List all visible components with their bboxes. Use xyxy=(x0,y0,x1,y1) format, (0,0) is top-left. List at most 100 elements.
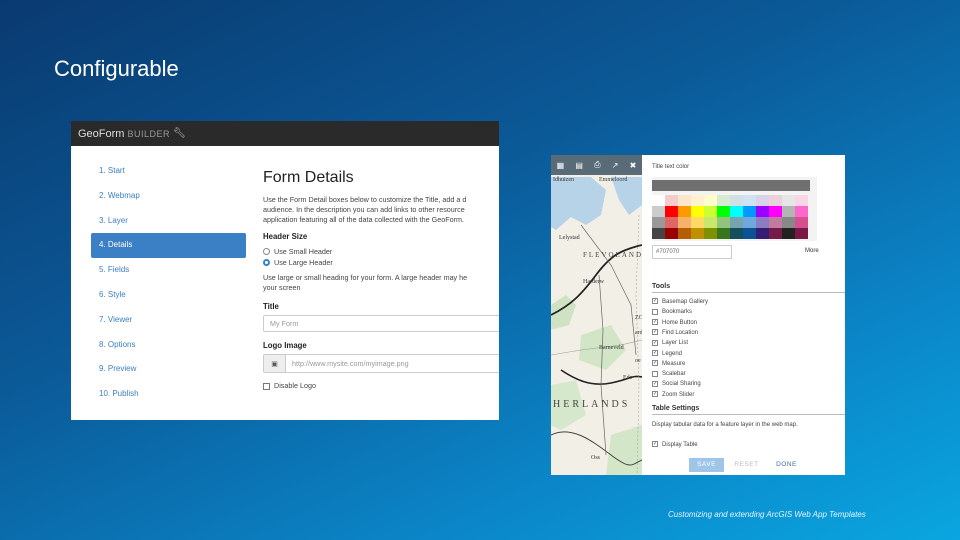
checkbox-icon xyxy=(263,382,270,390)
color-swatch[interactable] xyxy=(756,195,769,206)
tool-checkbox[interactable]: ✓ Home Button xyxy=(652,318,697,328)
nav-step-1[interactable]: 1. Start xyxy=(91,159,246,184)
color-swatch[interactable] xyxy=(782,195,795,206)
geoform-step-nav: 1. Start 2. Webmap 3. Layer 4. Details 5. Fi… xyxy=(91,159,246,407)
tools-heading: Tools xyxy=(652,283,845,293)
nav-step-7[interactable]: 7. Viewer xyxy=(91,308,246,333)
color-swatch[interactable] xyxy=(652,228,665,239)
color-swatch[interactable] xyxy=(691,228,704,239)
checkbox-checked-icon: ✓ xyxy=(652,339,658,346)
list-icon[interactable]: ▤ xyxy=(575,161,583,170)
share-icon[interactable]: ↗ xyxy=(612,161,619,170)
tool-label: Measure xyxy=(662,360,686,367)
color-swatch[interactable] xyxy=(756,228,769,239)
nav-step-2[interactable]: 2. Webmap xyxy=(91,184,246,209)
color-swatch[interactable] xyxy=(743,217,756,228)
color-swatch[interactable] xyxy=(652,195,665,206)
color-swatch[interactable] xyxy=(691,206,704,217)
color-swatch[interactable] xyxy=(769,228,782,239)
tool-checkbox[interactable]: ✓ Layer List xyxy=(652,338,688,348)
color-swatch[interactable] xyxy=(717,206,730,217)
tool-checkbox[interactable]: ✓ Find Location xyxy=(652,328,698,338)
checkbox-checked-icon: ✓ xyxy=(652,441,658,448)
tool-checkbox[interactable]: ✓ Basemap Gallery xyxy=(652,297,708,307)
color-swatch[interactable] xyxy=(769,217,782,228)
layers-icon[interactable]: ▦ xyxy=(557,161,565,170)
nav-step-8[interactable]: 8. Options xyxy=(91,333,246,358)
tool-checkbox[interactable]: Bookmarks xyxy=(652,307,692,317)
color-swatch[interactable] xyxy=(756,206,769,217)
nav-step-3[interactable]: 3. Layer xyxy=(91,209,246,234)
logo-url-input[interactable]: ▣ http://www.mysite.com/myimage.png xyxy=(263,354,499,373)
color-swatch[interactable] xyxy=(743,228,756,239)
color-swatch[interactable] xyxy=(678,217,691,228)
display-table-checkbox[interactable]: ✓ Display Table xyxy=(652,440,698,450)
color-swatch[interactable] xyxy=(678,228,691,239)
color-swatch[interactable] xyxy=(743,206,756,217)
color-swatch[interactable] xyxy=(652,217,665,228)
tool-checkbox[interactable]: ✓ Social Sharing xyxy=(652,379,701,389)
color-swatch[interactable] xyxy=(743,195,756,206)
tool-checkbox[interactable]: Scalebar xyxy=(652,369,686,379)
color-swatch[interactable] xyxy=(730,206,743,217)
nav-step-5[interactable]: 5. Fields xyxy=(91,258,246,283)
color-swatch[interactable] xyxy=(665,206,678,217)
small-header-radio[interactable]: Use Small Header xyxy=(263,246,499,257)
done-button[interactable]: DONE xyxy=(769,458,804,472)
nav-step-4[interactable]: 4. Details xyxy=(91,233,246,259)
color-swatch[interactable] xyxy=(782,217,795,228)
color-swatch[interactable] xyxy=(717,228,730,239)
color-swatch[interactable] xyxy=(665,195,678,206)
color-swatch[interactable] xyxy=(678,195,691,206)
color-swatch[interactable] xyxy=(756,217,769,228)
large-header-radio[interactable]: Use Large Header xyxy=(263,257,499,268)
color-swatch[interactable] xyxy=(691,217,704,228)
color-swatch[interactable] xyxy=(717,195,730,206)
color-swatch[interactable] xyxy=(704,228,717,239)
color-swatch[interactable] xyxy=(782,206,795,217)
color-swatch[interactable] xyxy=(769,206,782,217)
color-swatch[interactable] xyxy=(652,206,665,217)
nav-step-9[interactable]: 9. Preview xyxy=(91,357,246,382)
title-input[interactable]: My Form xyxy=(263,315,499,332)
logo-image-label: Logo Image xyxy=(263,341,307,350)
save-button[interactable]: SAVE xyxy=(689,458,724,472)
nav-step-6[interactable]: 6. Style xyxy=(91,283,246,308)
color-swatch[interactable] xyxy=(769,195,782,206)
color-swatch[interactable] xyxy=(704,195,717,206)
description-line: audience. In the description you can add… xyxy=(263,205,465,214)
color-swatch[interactable] xyxy=(691,195,704,206)
color-swatch[interactable] xyxy=(782,228,795,239)
color-swatch[interactable] xyxy=(795,228,808,239)
radio-on-icon xyxy=(263,259,270,266)
tool-checkbox[interactable]: ✓ Measure xyxy=(652,359,685,369)
tool-checkbox[interactable]: ✓ Zoom Slider xyxy=(652,390,694,400)
color-swatch[interactable] xyxy=(665,217,678,228)
color-swatch[interactable] xyxy=(730,228,743,239)
nav-step-10[interactable]: 10. Publish xyxy=(91,382,246,407)
settings-panel: Title text color #707070 More Tools ✓ Bas… xyxy=(642,155,845,475)
color-swatch[interactable] xyxy=(730,195,743,206)
color-swatch[interactable] xyxy=(704,217,717,228)
tool-label: Scalebar xyxy=(662,371,686,378)
color-swatch[interactable] xyxy=(704,206,717,217)
color-swatch[interactable] xyxy=(730,217,743,228)
disable-logo-checkbox[interactable]: Disable Logo xyxy=(263,381,499,390)
color-swatch[interactable] xyxy=(795,217,808,228)
color-swatch[interactable] xyxy=(795,195,808,206)
color-swatch[interactable] xyxy=(795,206,808,217)
selected-color-bar xyxy=(652,180,810,191)
color-swatch[interactable] xyxy=(717,217,730,228)
map-view[interactable]: ▦ ▤ ⎙ ↗ ✖ Idhuizen Emmeloord Lelystad FL… xyxy=(551,155,642,475)
color-swatch[interactable] xyxy=(665,228,678,239)
checkbox-checked-icon: ✓ xyxy=(652,360,658,367)
reset-button[interactable]: RESET xyxy=(729,458,764,472)
hex-color-input[interactable]: #707070 xyxy=(652,245,732,259)
geoform-brand: GeoForm xyxy=(78,127,125,140)
more-colors-link[interactable]: More xyxy=(805,248,819,254)
geoform-toolbar: GeoForm BUILDER 🔧︎ xyxy=(71,121,499,146)
tools-icon[interactable]: ✖ xyxy=(630,161,637,170)
print-icon[interactable]: ⎙ xyxy=(594,160,600,170)
tool-checkbox[interactable]: ✓ Legend xyxy=(652,349,682,359)
color-swatch[interactable] xyxy=(678,206,691,217)
